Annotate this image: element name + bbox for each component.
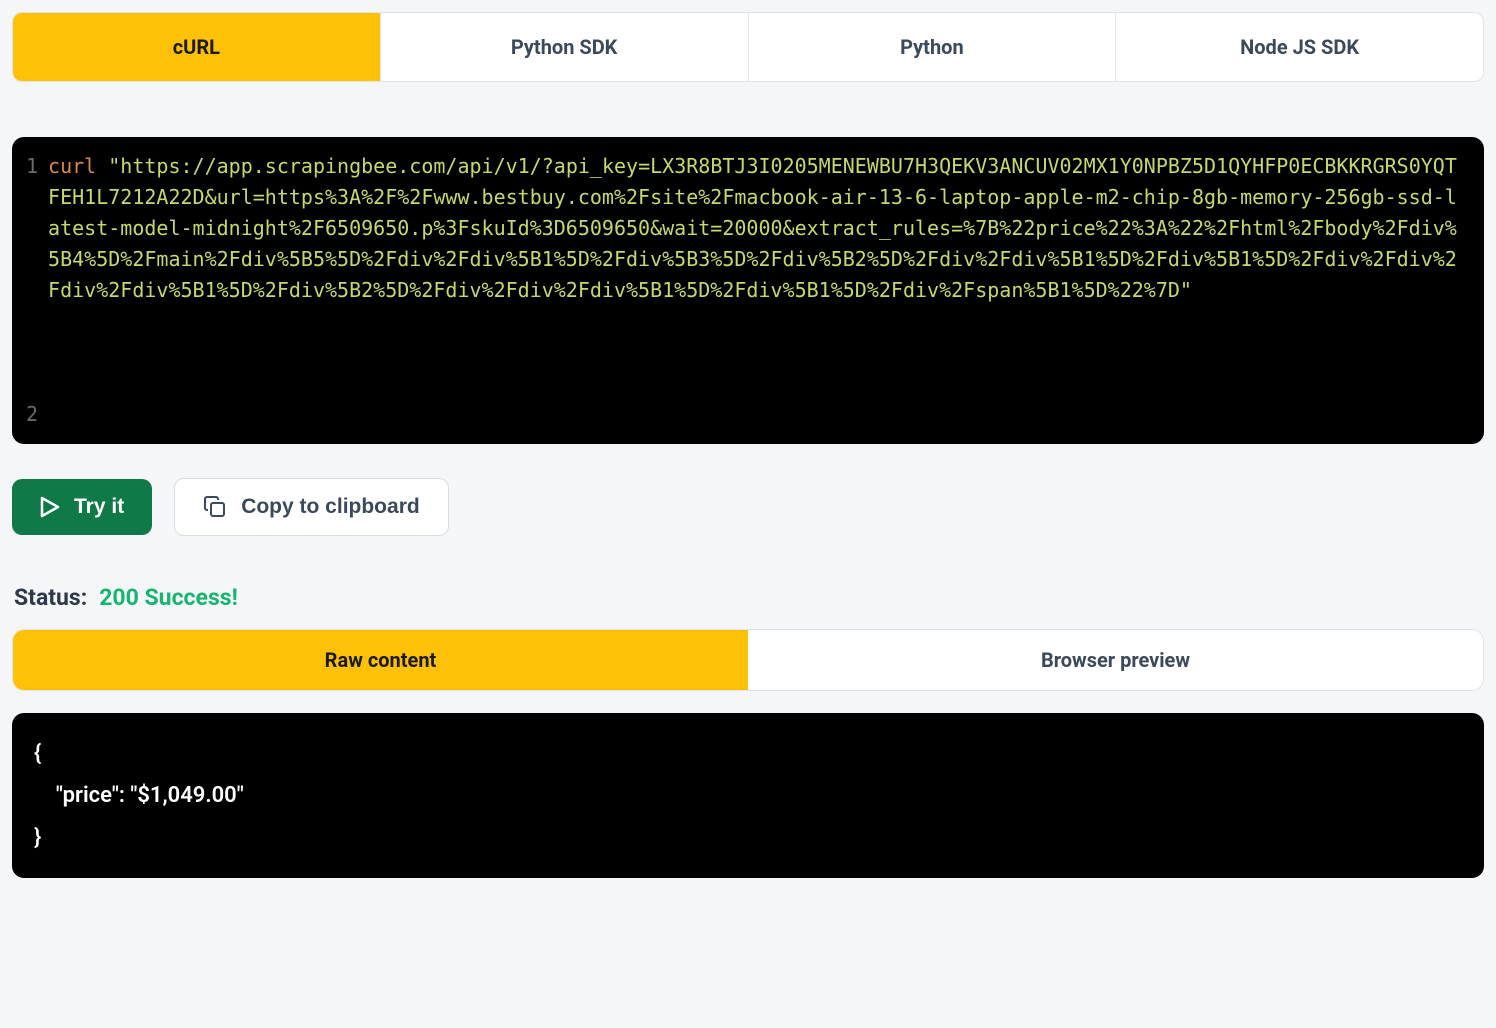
line-numbers: 1 2 [26,151,38,430]
copy-button[interactable]: Copy to clipboard [174,478,449,536]
copy-label: Copy to clipboard [241,495,420,519]
status-value: 200 Success! [99,584,238,611]
code-block[interactable]: 1 2 curl "https://app.scrapingbee.com/ap… [12,137,1484,444]
tab-curl[interactable]: cURL [13,13,381,81]
response-tabs: Raw content Browser preview [12,629,1484,691]
status-row: Status: 200 Success! [12,584,1484,611]
code-content: curl "https://app.scrapingbee.com/api/v1… [48,151,1466,430]
try-it-button[interactable]: Try it [12,479,152,535]
line-number: 1 [26,151,38,182]
line-number: 2 [26,399,38,430]
copy-icon [203,495,227,519]
response-body[interactable]: { "price": "$1,049.00" } [12,713,1484,878]
status-label: Status: [14,584,87,611]
tab-raw-content[interactable]: Raw content [13,630,748,690]
play-icon [40,496,60,518]
tab-python[interactable]: Python [749,13,1117,81]
try-it-label: Try it [74,495,124,519]
tab-node-sdk[interactable]: Node JS SDK [1116,13,1483,81]
code-command: curl [48,154,96,178]
tab-python-sdk[interactable]: Python SDK [381,13,749,81]
language-tabs: cURL Python SDK Python Node JS SDK [12,12,1484,82]
tab-browser-preview[interactable]: Browser preview [748,630,1483,690]
action-row: Try it Copy to clipboard [12,478,1484,536]
code-url: "https://app.scrapingbee.com/api/v1/?api… [48,154,1457,302]
